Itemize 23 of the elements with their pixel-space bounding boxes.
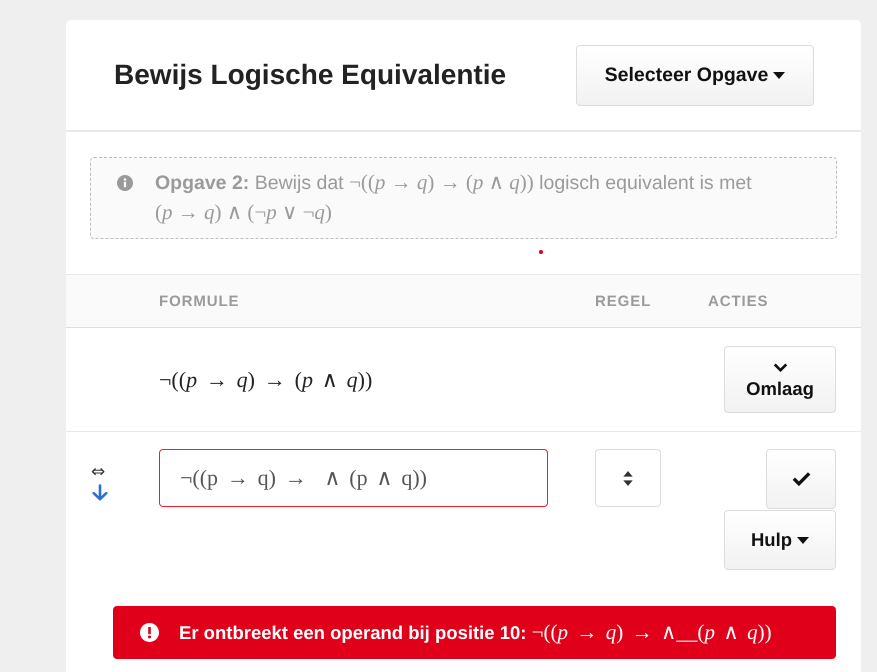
page-title: Bewijs Logische Equivalentie bbox=[114, 59, 506, 91]
select-assignment-button[interactable]: Selecteer Opgave bbox=[576, 44, 814, 106]
error-message: Er ontbreekt een operand bij positie 10: ¬((p → q) → ∧__(p ∧ q)) bbox=[179, 620, 772, 645]
assignment-text: Opgave 2: Bewijs dat ¬((p → q) → (p ∧ q)) logisch equivalent is met (p → q) ∧ (¬p ∨ ¬q) bbox=[155, 169, 753, 226]
confirm-button[interactable] bbox=[766, 449, 836, 509]
column-header: ACTIES bbox=[708, 292, 768, 310]
exclamation-icon bbox=[140, 623, 159, 642]
move-down-button[interactable]: Omlaag bbox=[724, 346, 836, 413]
arrow-down-icon[interactable] bbox=[92, 484, 108, 501]
sort-icon bbox=[623, 470, 633, 486]
help-button[interactable]: Hulp bbox=[724, 510, 836, 570]
dot-icon bbox=[539, 250, 543, 254]
equivalence-symbol: ⇔ bbox=[91, 463, 106, 481]
rule-select[interactable] bbox=[595, 449, 661, 507]
caret-down-icon bbox=[773, 72, 786, 78]
chevron-down-icon bbox=[772, 363, 788, 372]
column-header: FORMULE bbox=[159, 292, 240, 310]
info-icon bbox=[117, 175, 133, 191]
check-icon bbox=[792, 472, 810, 486]
formula-input[interactable]: ¬((p → q) → ∧ (p ∧ q)) bbox=[159, 449, 548, 507]
formula-text: ¬((p → q) → (p ∧ q)) bbox=[159, 366, 372, 392]
column-header: REGEL bbox=[595, 292, 652, 310]
caret-down-icon bbox=[797, 536, 810, 544]
